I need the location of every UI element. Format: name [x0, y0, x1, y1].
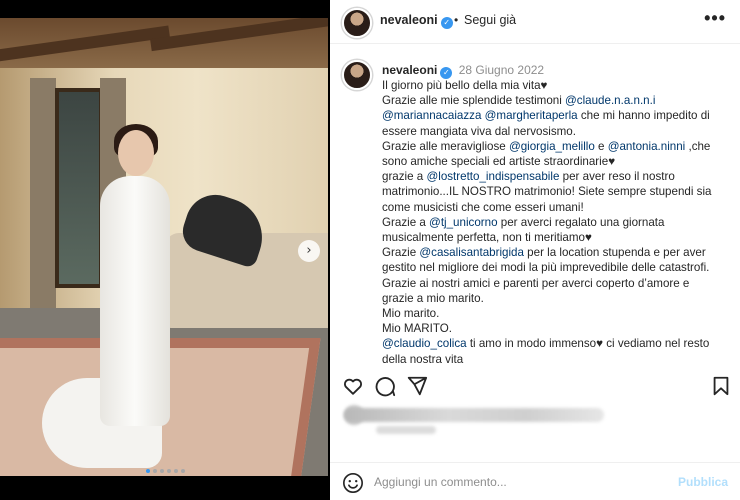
- carousel-dot: [159, 469, 164, 473]
- emoji-icon[interactable]: [342, 472, 364, 494]
- header-username-text[interactable]: nevaleoni: [380, 13, 438, 27]
- timestamp-blurred: [376, 426, 436, 434]
- caption-segment: Grazie: [382, 246, 420, 260]
- caption-segment: grazie a: [382, 170, 427, 184]
- mention-link[interactable]: @claudio_colica: [382, 337, 467, 350]
- liked-by-text-blurred: [344, 408, 604, 422]
- header-separator: •: [454, 13, 459, 27]
- caption-segment: Grazie alle mie splendide testimoni: [382, 94, 566, 108]
- caption-segment: Grazie alle meravigliose: [382, 139, 509, 153]
- post-media-frame: ›: [0, 0, 330, 500]
- more-icon[interactable]: •••: [704, 8, 726, 29]
- caption-header: nevaleoni ✓ 28 Giugno 2022: [382, 63, 544, 79]
- mention-link[interactable]: @giorgia_melillo: [509, 140, 595, 153]
- avatar[interactable]: [342, 8, 372, 38]
- mention-link[interactable]: @mariannacaiazza: [382, 109, 481, 122]
- caption-segment: Il giorno più bello della mia vita♥: [382, 79, 548, 92]
- comment-bar: Pubblica: [330, 462, 740, 500]
- verified-icon: ✓: [440, 17, 453, 29]
- caption-segment: Grazie a: [382, 215, 430, 229]
- comment-icon[interactable]: [374, 375, 396, 397]
- caption-segment: Grazie ai nostri amici e parenti per ave…: [382, 276, 690, 305]
- post-header: nevaleoni ✓ • Segui già •••: [330, 0, 740, 44]
- carousel-dot: [152, 469, 157, 473]
- heart-icon[interactable]: [342, 375, 364, 397]
- post-photo[interactable]: [0, 18, 328, 476]
- carousel-dot: [173, 469, 178, 473]
- photo-window: [55, 88, 103, 288]
- photo-face: [118, 130, 154, 176]
- publish-button[interactable]: Pubblica: [678, 475, 728, 489]
- mention-link[interactable]: @casalisantabrigida: [419, 246, 524, 259]
- caption-segment: e: [594, 139, 608, 153]
- next-arrow-icon[interactable]: ›: [298, 240, 320, 262]
- caption-area: nevaleoni ✓ 28 Giugno 2022 Il giorno più …: [330, 55, 740, 365]
- comment-input[interactable]: [374, 473, 674, 491]
- post-date[interactable]: 28 Giugno 2022: [459, 63, 544, 77]
- photo-dress: [100, 176, 170, 426]
- following-button[interactable]: Segui già: [464, 13, 516, 27]
- mention-link[interactable]: @claude.n.a.n.n.i: [565, 94, 655, 107]
- caption-segment: Mio marito.: [382, 307, 440, 321]
- mention-link[interactable]: @lostretto_indispensabile: [426, 170, 559, 183]
- bookmark-icon[interactable]: [710, 375, 732, 397]
- share-icon[interactable]: [406, 375, 428, 397]
- mention-link[interactable]: @tj_unicorno: [429, 216, 498, 229]
- photo-curtain: [30, 78, 56, 308]
- avatar[interactable]: [342, 60, 372, 90]
- carousel-dot: [180, 469, 185, 473]
- caption-segment: Mio MARITO.: [382, 322, 452, 336]
- mention-link[interactable]: @margheritaperla: [485, 109, 578, 122]
- caption-text: Il giorno più bello della mia vita♥ Grazi…: [382, 78, 722, 365]
- caption-username[interactable]: nevaleoni: [382, 63, 437, 77]
- carousel-dot: [166, 469, 171, 473]
- header-username[interactable]: nevaleoni ✓: [380, 13, 453, 29]
- carousel-dot: [145, 469, 150, 473]
- mention-link[interactable]: @antonia.ninni: [608, 140, 686, 153]
- carousel-indicator: [0, 460, 330, 478]
- post-side-panel: nevaleoni ✓ • Segui già ••• nevaleoni ✓ 28…: [330, 0, 740, 500]
- action-bar: [330, 371, 740, 401]
